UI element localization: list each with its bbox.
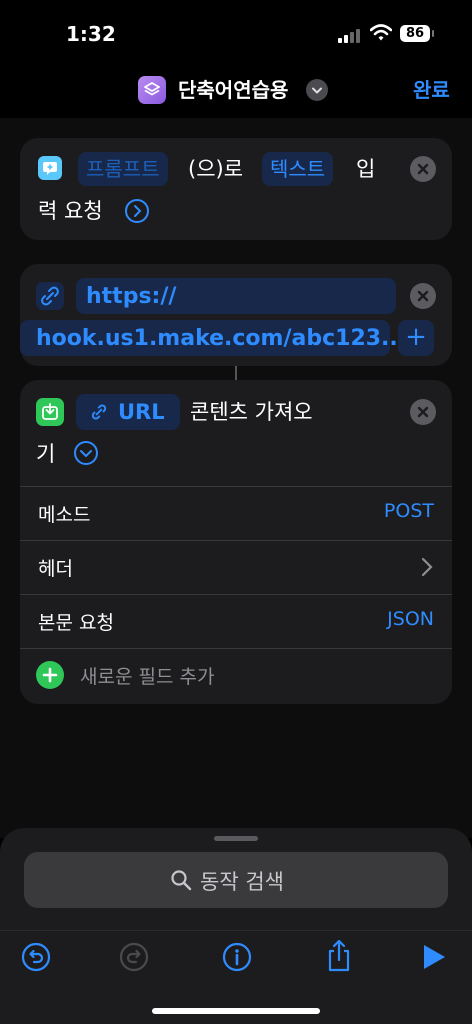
shortcut-title[interactable]: 단축어연습용 [178, 76, 288, 104]
body-row[interactable]: 본문 요청 JSON [20, 594, 452, 648]
search-icon [171, 870, 192, 891]
ask-input-action[interactable]: 프롬프트 (으)로 텍스트 입 력 요청 [20, 138, 452, 240]
headers-row[interactable]: 헤더 [20, 540, 452, 594]
wifi-icon [370, 24, 392, 41]
url-token-label: URL [118, 400, 165, 424]
method-row[interactable]: 메소드 POST [20, 486, 452, 540]
action-text: 력 요청 [38, 199, 103, 223]
cellular-signal-icon [338, 27, 364, 43]
link-icon [36, 282, 64, 310]
action-text: 입 [356, 157, 376, 181]
action-text: 콘텐츠 가져오 [190, 400, 313, 424]
get-url-contents-action[interactable]: URL 콘텐츠 가져오 기 메소드 POST 헤더 본문 요청 JSON 새로운… [20, 380, 452, 704]
chevron-right-icon [421, 557, 433, 577]
url-text-line2: hook.us1.make.com/abc123... [36, 326, 407, 351]
chevron-down-circle-icon[interactable] [73, 440, 99, 466]
remove-action-button[interactable] [410, 399, 436, 425]
row-label: 본문 요청 [38, 612, 114, 634]
add-field-label: 새로운 필드 추가 [80, 666, 215, 688]
done-button[interactable]: 완료 [413, 76, 450, 104]
play-icon[interactable] [422, 944, 446, 970]
title-menu-button[interactable] [306, 79, 328, 101]
method-value[interactable]: POST [384, 500, 434, 522]
close-icon [417, 406, 429, 418]
redo-icon[interactable] [118, 941, 150, 973]
download-icon [36, 398, 64, 426]
remove-action-button[interactable] [410, 156, 436, 182]
row-label: 메소드 [38, 504, 91, 526]
home-indicator [152, 1008, 320, 1014]
add-url-button[interactable]: + [398, 320, 434, 356]
info-icon[interactable] [221, 941, 253, 973]
plus-icon [36, 661, 64, 689]
url-action[interactable]: https:// hook.us1.make.com/abc123... + [20, 264, 452, 366]
add-field-row[interactable]: 새로운 필드 추가 [20, 648, 452, 702]
status-time: 1:32 [66, 22, 116, 46]
url-text-line1: https:// [86, 284, 177, 309]
input-type-token[interactable]: 텍스트 [262, 152, 334, 186]
remove-action-button[interactable] [410, 283, 436, 309]
expand-chevron-icon[interactable] [124, 198, 150, 224]
sheet-grabber[interactable] [214, 836, 258, 841]
chevron-down-icon [312, 87, 322, 94]
layers-icon [144, 82, 160, 96]
body-value[interactable]: JSON [387, 608, 434, 630]
action-connector [235, 366, 237, 380]
share-icon[interactable] [324, 938, 354, 974]
action-text: 기 [36, 442, 56, 466]
url-variable-token[interactable]: URL [76, 394, 180, 430]
prompt-token[interactable]: 프롬프트 [78, 152, 168, 186]
search-placeholder: 동작 검색 [200, 870, 284, 894]
search-field[interactable]: 동작 검색 [24, 852, 448, 908]
toolbar-divider [0, 930, 472, 931]
action-text: (으)로 [188, 157, 244, 181]
undo-icon[interactable] [20, 941, 52, 973]
close-icon [417, 290, 429, 302]
row-label: 헤더 [38, 558, 73, 580]
shortcut-icon[interactable] [138, 76, 166, 104]
link-icon [91, 404, 107, 420]
ask-input-icon [38, 156, 62, 180]
battery-indicator: 86 [400, 25, 434, 42]
close-icon [417, 163, 429, 175]
